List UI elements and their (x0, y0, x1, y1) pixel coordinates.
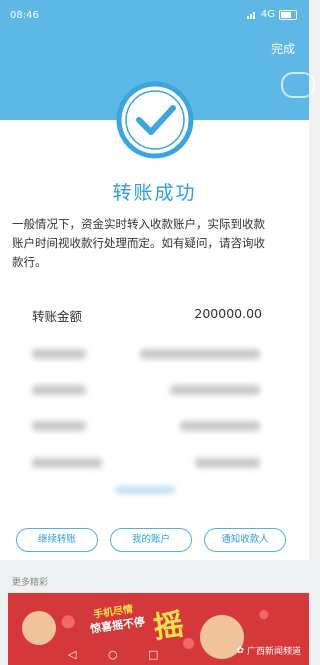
home-icon[interactable]: ○ (108, 648, 118, 661)
blurred-label (32, 385, 86, 395)
blurred-value (195, 458, 260, 468)
network-label: 4G (260, 9, 275, 20)
system-nav-bar: ◁ ○ □ (8, 647, 208, 665)
view-details-link[interactable] (115, 486, 175, 494)
more-section-title: 更多精彩 (12, 578, 49, 588)
blurred-label (32, 458, 102, 468)
status-time: 08:46 (10, 10, 39, 21)
amount-label: 转账金额 (32, 309, 83, 324)
notice-text: 一般情况下，资金实时转入收款账户，实际到收款账户时间视收款行处理而定。如有疑问，… (12, 217, 265, 269)
signal-icon (246, 11, 257, 19)
status-bar: 08:46 4G (0, 0, 309, 30)
blurred-value (170, 385, 260, 395)
watermark-text: 广西新闻频道 (246, 647, 301, 657)
blurred-value (140, 349, 260, 359)
blurred-label (32, 349, 86, 359)
battery-icon (279, 9, 297, 20)
character-face (22, 611, 56, 645)
banner-big-char: 摇 (151, 607, 186, 646)
status-icons: 4G (246, 9, 297, 20)
notify-payee-button[interactable]: 通知收款人 (204, 528, 286, 552)
success-title: 转账成功 (112, 182, 197, 204)
watermark: ✿ 广西新闻频道 (236, 644, 301, 658)
blurred-label (32, 421, 86, 431)
promo-banner[interactable]: 手机尽情 惊喜摇不停 摇 ◁ ○ □ ✿ 广西新闻频道 (8, 593, 309, 665)
blurred-value (180, 421, 260, 431)
done-button[interactable]: 完成 (271, 40, 295, 57)
continue-transfer-button[interactable]: 继续转账 (16, 528, 98, 552)
amount-value: 200000.00 (194, 306, 262, 321)
back-icon[interactable]: ◁ (68, 648, 76, 661)
my-account-button[interactable]: 我的账户 (110, 528, 192, 552)
success-check-icon (115, 80, 195, 160)
recents-icon[interactable]: □ (148, 648, 158, 661)
wechat-icon: ✿ (236, 645, 244, 656)
amount-row: 转账金额 200000.00 (32, 306, 262, 326)
header-side-pill (281, 72, 315, 98)
